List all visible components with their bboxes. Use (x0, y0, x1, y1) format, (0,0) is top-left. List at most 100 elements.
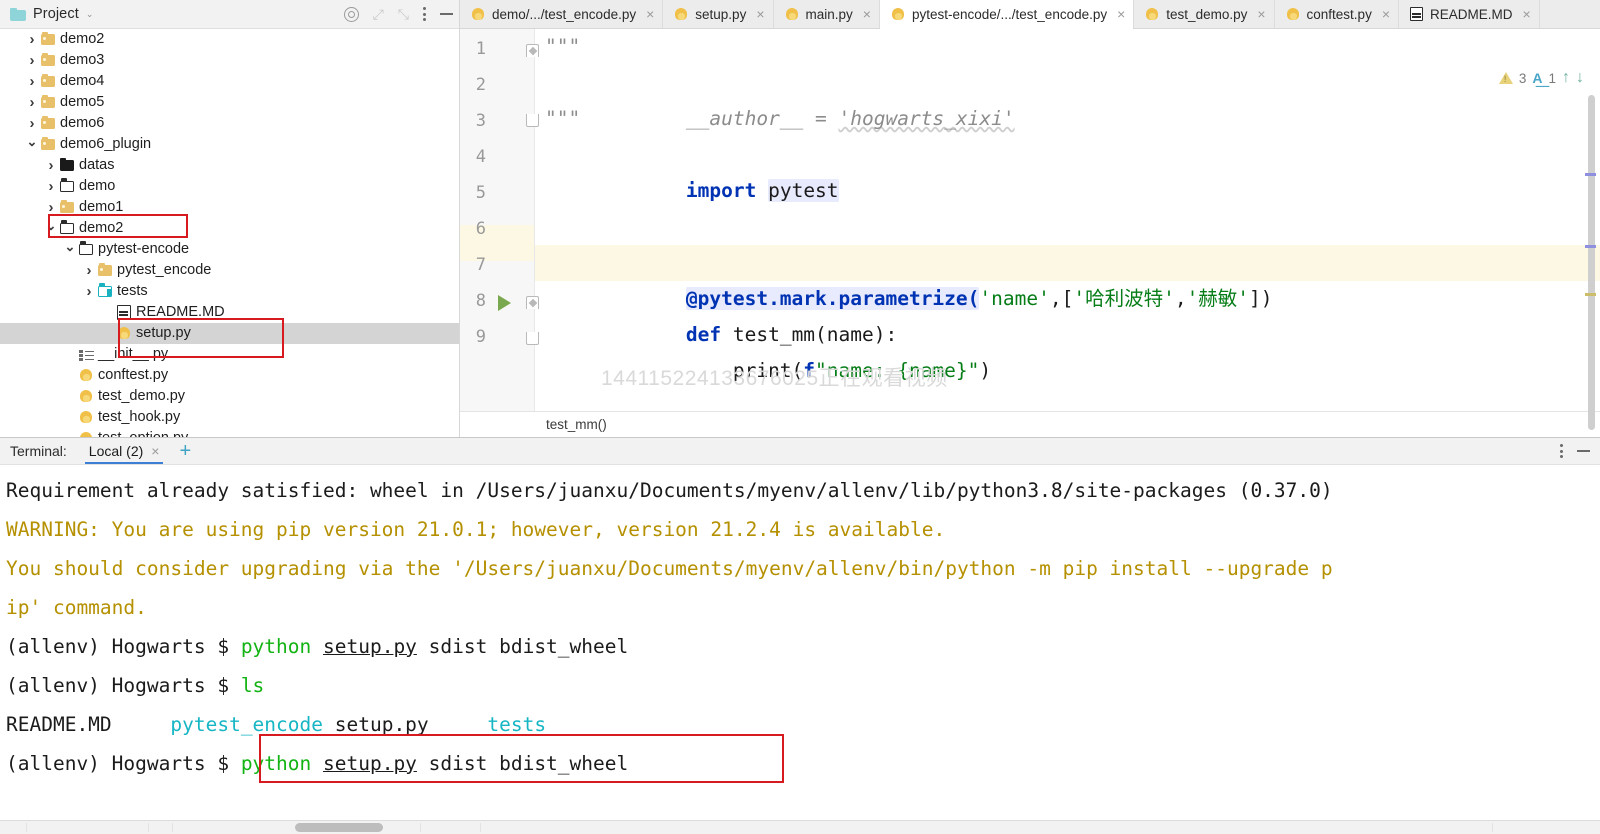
kebab-icon[interactable] (1560, 444, 1563, 458)
minimize-icon[interactable] (1577, 450, 1590, 452)
tree-item-setup-py[interactable]: setup.py (0, 323, 459, 344)
tree-item-test-demo-py[interactable]: test_demo.py (0, 386, 459, 407)
close-icon[interactable]: × (646, 6, 654, 22)
chevron-right-icon[interactable] (82, 284, 96, 299)
tree-item-label: demo (79, 177, 116, 194)
tree-item-demo2[interactable]: demo2 (0, 218, 459, 239)
chevron-down-icon[interactable]: ⌄ (86, 9, 94, 20)
tree-item-test-option-py[interactable]: test_option.py (0, 428, 459, 437)
minimize-icon[interactable] (440, 13, 453, 15)
warning-count: 3 (1518, 70, 1527, 86)
close-icon[interactable]: × (756, 6, 764, 22)
tree-item-demo1[interactable]: demo1 (0, 197, 459, 218)
python-file-icon (674, 7, 688, 21)
close-icon[interactable]: × (1117, 6, 1125, 22)
expand-all-icon[interactable]: ⤢ (373, 6, 384, 23)
tree-item-pytest-encode[interactable]: pytest_encode (0, 260, 459, 281)
chevron-right-icon[interactable] (25, 32, 39, 47)
terminal-scrollbar[interactable] (0, 820, 1600, 834)
tree-item-demo2[interactable]: demo2 (0, 29, 459, 50)
tree-item-demo3[interactable]: demo3 (0, 50, 459, 71)
editor-tab-conftest-py[interactable]: conftest.py × (1274, 0, 1400, 28)
editor-tab-readme-md[interactable]: README.MD × (1399, 0, 1540, 28)
tree-item-demo6[interactable]: demo6 (0, 113, 459, 134)
editor-tab-pytest-encode-test-encode-py[interactable]: pytest-encode/.../test_encode.py × (879, 0, 1135, 29)
line-number: 9 (475, 327, 486, 347)
editor-pane: demo/.../test_encode.py × setup.py × main.py… (460, 0, 1600, 437)
chevron-right-icon[interactable] (44, 158, 58, 173)
chevron-right-icon[interactable] (25, 95, 39, 110)
tree-item-test-hook-py[interactable]: test_hook.py (0, 407, 459, 428)
chevron-right-icon[interactable] (25, 116, 39, 131)
editor-tab-label: README.MD (1430, 6, 1513, 22)
close-icon[interactable]: × (151, 443, 159, 459)
terminal-scrollbar-thumb[interactable] (295, 823, 383, 832)
breadcrumb[interactable]: test_mm() (460, 411, 1600, 437)
folder-icon (98, 262, 112, 276)
close-icon[interactable]: × (863, 6, 871, 22)
tree-item--init-py[interactable]: __init__.py (0, 344, 459, 365)
inspection-widget[interactable]: 3 A͟ 1 ↑ ↓ (1498, 69, 1584, 87)
editor-tabbar[interactable]: demo/.../test_encode.py × setup.py × main.py… (460, 0, 1600, 29)
editor-tab-setup-py[interactable]: setup.py × (663, 0, 774, 28)
terminal-text: tests (487, 713, 547, 736)
chevron-right-icon[interactable] (25, 53, 39, 68)
terminal-text: (allenv) Hogwarts $ (6, 635, 241, 658)
project-tree[interactable]: demo2 demo3 demo4 demo5 demo6 demo6_plugindat… (0, 29, 459, 437)
close-icon[interactable]: × (1257, 6, 1265, 22)
chevron-right-icon[interactable] (25, 74, 39, 89)
terminal-output[interactable]: Requirement already satisfied: wheel in … (0, 465, 1600, 834)
tree-item-readme-md[interactable]: README.MD (0, 302, 459, 323)
tree-item-label: test_demo.py (98, 387, 186, 404)
close-icon[interactable]: × (1382, 6, 1390, 22)
editor-gutter[interactable]: 1 2 3 4 5 6 7 8 9 (460, 29, 539, 411)
tree-item-tests[interactable]: tests (0, 281, 459, 302)
chevron-right-icon[interactable] (44, 200, 58, 215)
chevron-down-icon[interactable] (25, 138, 39, 151)
folder-icon (60, 220, 74, 234)
close-icon[interactable]: × (1523, 6, 1531, 22)
param-value-1: '哈利波特' (1073, 287, 1175, 310)
param-name-string: 'name' (979, 287, 1050, 310)
tree-item-demo4[interactable]: demo4 (0, 71, 459, 92)
scroll-from-source-icon[interactable] (343, 6, 359, 22)
editor-tab-test-demo-py[interactable]: test_demo.py × (1134, 0, 1275, 28)
code-text[interactable]: """ __author__ = 'hogwarts_xixi' """ imp… (535, 29, 1600, 411)
prev-problem-icon[interactable]: ↑ (1562, 69, 1570, 87)
tree-item-pytest-encode[interactable]: pytest-encode (0, 239, 459, 260)
tree-item-demo[interactable]: demo (0, 176, 459, 197)
folder-icon (41, 73, 55, 87)
run-gutter-icon[interactable] (498, 295, 511, 311)
chevron-right-icon[interactable] (82, 263, 96, 278)
line-number: 5 (475, 183, 486, 203)
next-problem-icon[interactable]: ↓ (1576, 69, 1584, 87)
chevron-down-icon[interactable] (63, 243, 77, 256)
code-area[interactable]: 1 2 3 4 5 6 7 8 9 """ __author__ = 'hogw… (460, 29, 1600, 430)
terminal-tab-local[interactable]: Local (2) × (84, 437, 164, 464)
python-file-icon (1286, 7, 1300, 21)
tree-item-datas[interactable]: datas (0, 155, 459, 176)
param-comma-2: , (1174, 287, 1187, 310)
python-file-icon (79, 410, 94, 425)
tree-item-demo5[interactable]: demo5 (0, 92, 459, 113)
chevron-down-icon[interactable] (44, 222, 58, 235)
editor-tab-main-py[interactable]: main.py × (773, 0, 880, 28)
python-file-icon (891, 7, 905, 21)
kebab-icon[interactable] (423, 7, 426, 21)
editor-tab-label: test_demo.py (1166, 6, 1248, 22)
chevron-right-icon[interactable] (44, 179, 58, 194)
video-watermark: 144115224133676025正在观看视频 (601, 367, 948, 390)
markdown-file-icon (117, 305, 131, 320)
terminal-line: (allenv) Hogwarts $ python setup.py sdis… (6, 627, 1600, 666)
scrollbar-marker (1585, 173, 1596, 176)
line-number: 4 (475, 147, 486, 167)
folder-icon (60, 178, 74, 192)
terminal-text: setup.py (323, 752, 417, 775)
editor-tab-demo-test-encode-py[interactable]: demo/.../test_encode.py × (460, 0, 664, 28)
new-terminal-icon[interactable]: + (179, 441, 191, 461)
tree-item-conftest-py[interactable]: conftest.py (0, 365, 459, 386)
editor-scrollbar[interactable] (1588, 95, 1595, 430)
terminal-text: ls (240, 674, 265, 697)
tree-item-demo6-plugin[interactable]: demo6_plugin (0, 134, 459, 155)
collapse-all-icon[interactable]: ⤡ (398, 6, 409, 23)
